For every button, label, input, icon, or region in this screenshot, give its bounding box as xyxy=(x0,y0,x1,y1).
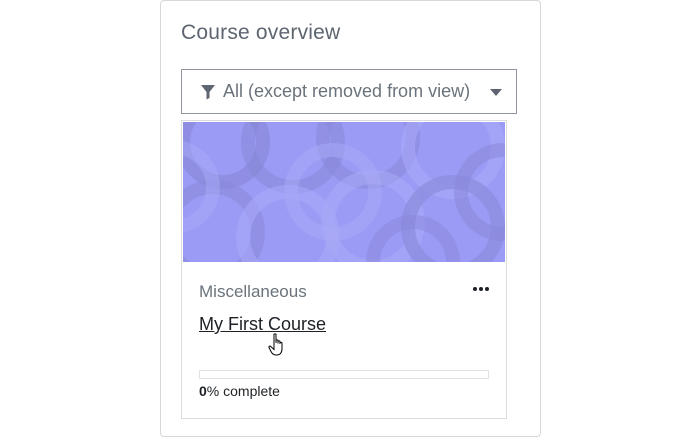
hand-pointer-cursor-icon xyxy=(268,333,283,356)
course-overview-block: Course overview All (except removed from… xyxy=(160,0,541,437)
filter-funnel-icon xyxy=(200,84,216,100)
progress-bar xyxy=(199,370,489,379)
course-actions-menu-button[interactable] xyxy=(470,281,492,297)
progress-text: 0% complete xyxy=(199,383,280,399)
course-image[interactable] xyxy=(183,122,505,262)
grouping-filter-dropdown[interactable]: All (except removed from view) xyxy=(181,69,517,114)
course-name-link[interactable]: My First Course xyxy=(199,314,326,335)
filter-label: All (except removed from view) xyxy=(223,81,471,101)
caret-down-icon xyxy=(490,89,502,97)
progress-percent: 0 xyxy=(199,383,207,399)
progress-suffix: % complete xyxy=(206,383,280,399)
course-card: Miscellaneous My First Course 0% complet… xyxy=(181,120,507,419)
block-title: Course overview xyxy=(181,21,341,44)
ellipsis-dot xyxy=(485,287,489,291)
ellipsis-icon xyxy=(473,287,477,291)
course-category: Miscellaneous xyxy=(199,282,307,301)
ellipsis-dot xyxy=(479,287,483,291)
